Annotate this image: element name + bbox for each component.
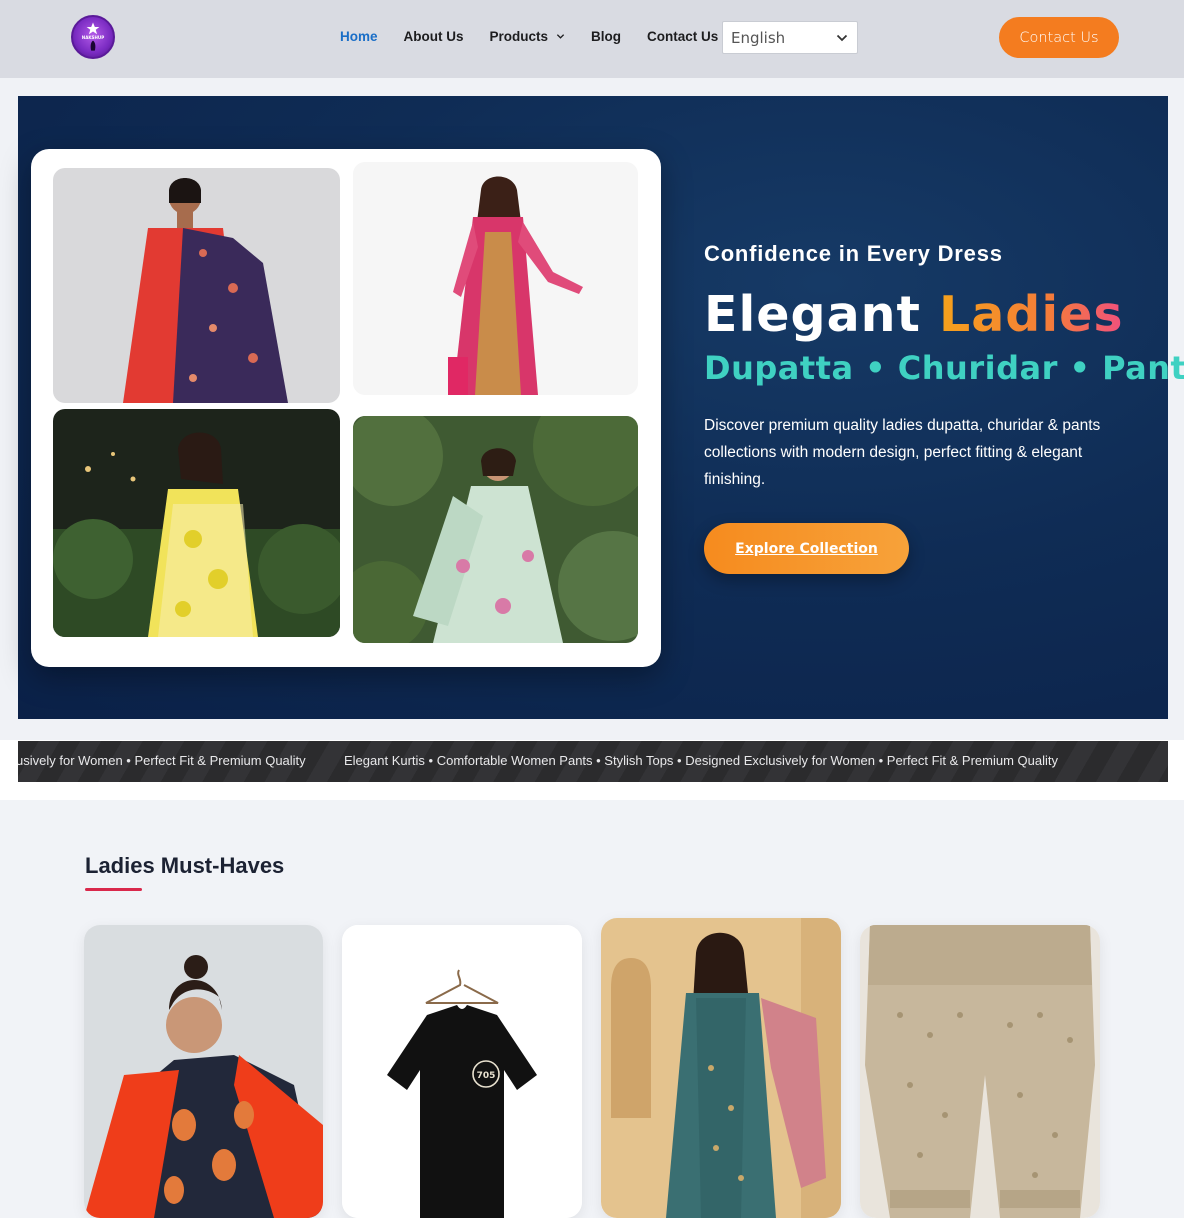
ticker-segment-partial: usively for Women • Perfect Fit & Premiu… <box>18 753 306 768</box>
hero-photo-collage <box>31 149 661 667</box>
hero-description: Discover premium quality ladies dupatta,… <box>704 417 1101 488</box>
logo-emblem-icon: NAKSHUP <box>82 22 104 51</box>
brand-logo[interactable]: NAKSHUP <box>71 15 115 59</box>
section-title-underline <box>85 888 142 891</box>
hero-photo-mint-dress <box>353 416 638 643</box>
nav-contact-label: Contact Us <box>647 29 719 44</box>
main-nav: Home About Us Products Blog Contact Us <box>340 29 744 44</box>
hero-title: Elegant Ladies <box>704 286 1124 343</box>
explore-collection-button[interactable]: Explore Collection <box>704 523 909 574</box>
site-header: NAKSHUP Home About Us Products Blog Cont… <box>0 0 1184 78</box>
nav-home[interactable]: Home <box>340 29 378 44</box>
section-title: Ladies Must-Haves <box>85 853 285 878</box>
chevron-down-icon <box>556 34 565 39</box>
product-card-black-tshirt[interactable]: 705 <box>342 925 582 1218</box>
language-select[interactable]: English <box>722 21 858 54</box>
product-card-printed-pants[interactable] <box>860 925 1100 1218</box>
hero-tagline: Confidence in Every Dress <box>704 241 1003 266</box>
hero-photo-yellow-kurta <box>53 409 340 637</box>
marquee-ticker: usively for Women • Perfect Fit & Premiu… <box>18 741 1168 782</box>
ticker-segment: Elegant Kurtis • Comfortable Women Pants… <box>344 753 1058 768</box>
hero-subtitle: Dupatta • Churidar • Pants <box>704 349 1184 387</box>
product-card-orange-dupatta[interactable] <box>84 925 323 1218</box>
svg-text:705: 705 <box>477 1071 496 1081</box>
contact-us-button[interactable]: Contact Us <box>999 17 1119 58</box>
nav-products-label: Products <box>489 29 549 44</box>
chevron-down-icon <box>836 34 848 42</box>
nav-about-us[interactable]: About Us <box>404 29 464 44</box>
product-card-teal-kurta[interactable] <box>601 918 841 1218</box>
hero-title-accent: Ladies <box>939 286 1124 343</box>
language-selected-value: English <box>731 28 786 47</box>
hero-photo-red-dress <box>53 168 340 403</box>
nav-blog[interactable]: Blog <box>591 29 621 44</box>
hero-photo-pink-suit <box>353 162 638 395</box>
svg-text:NAKSHUP: NAKSHUP <box>82 35 104 40</box>
hero-title-plain: Elegant <box>704 286 940 343</box>
nav-home-label: Home <box>340 29 378 44</box>
nav-blog-label: Blog <box>591 29 622 44</box>
nav-about-label: About Us <box>403 29 464 44</box>
nav-products[interactable]: Products <box>490 29 566 44</box>
nav-contact-us[interactable]: Contact Us <box>647 29 718 44</box>
